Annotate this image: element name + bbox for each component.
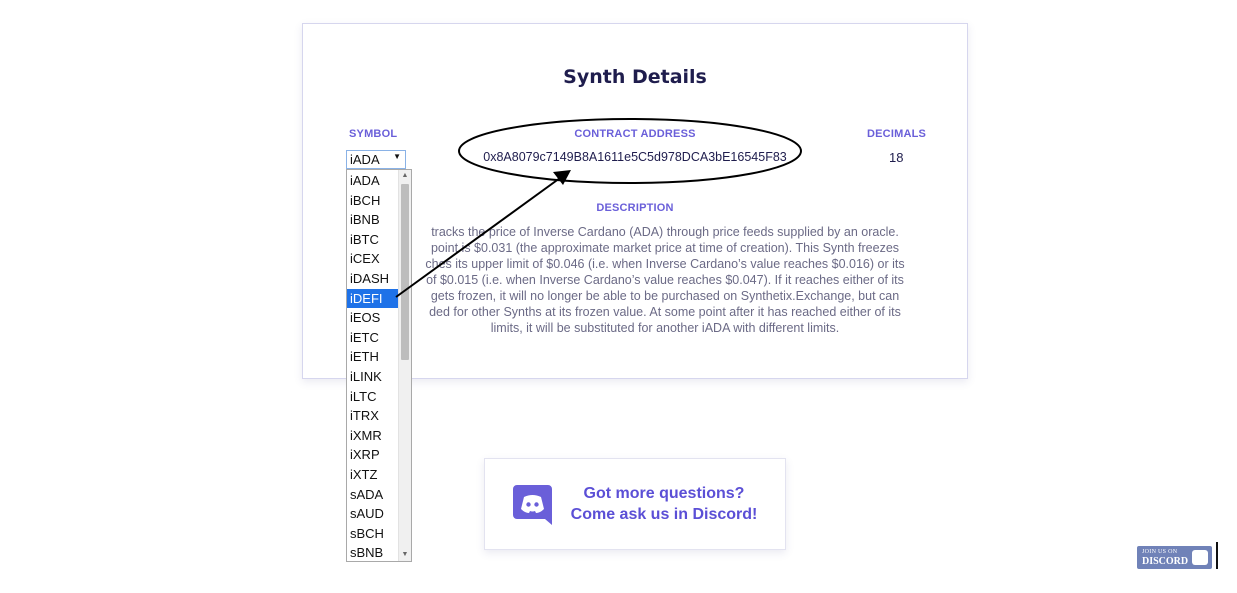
description-line: ches its upper limit of $0.046 (i.e. whe… [425,257,905,271]
dropdown-option[interactable]: iCEX [347,249,398,269]
discord-cta-text[interactable]: Got more questions? Come ask us in Disco… [557,483,771,525]
dropdown-option[interactable]: iDEFI [347,288,398,309]
dropdown-option[interactable]: iDASH [347,269,398,289]
dropdown-option[interactable]: sADA [347,485,398,505]
decimals-label: DECIMALS [867,128,927,140]
dropdown-option[interactable]: iXRP [347,445,398,465]
description-text: tracks the price of Inverse Cardano (ADA… [399,224,931,336]
discord-icon [513,485,552,525]
dropdown-option[interactable]: iXMR [347,426,398,446]
scroll-down-arrow-icon[interactable]: ▼ [399,549,411,561]
discord-help-card[interactable]: Got more questions? Come ask us in Disco… [484,458,786,550]
discord-badge-icon [1192,550,1208,565]
dropdown-options: iADA iBCH iBNB iBTC iCEX iDASH iDEFI iEOS iETC iE… [347,171,398,561]
discord-cta-line2: Come ask us in Discord! [570,506,758,523]
dropdown-option[interactable]: iBNB [347,210,398,230]
description-line: ded for other Synths at its frozen value… [429,305,901,319]
join-badge-bottom: DISCORD [1142,556,1189,567]
discord-cta-line1: Got more questions? [583,485,745,502]
caret-down-icon: ▼ [393,152,401,161]
symbol-select-value: iADA [350,152,380,167]
dropdown-option[interactable]: iLTC [347,387,398,407]
symbol-dropdown-list[interactable]: iADA iBCH iBNB iBTC iCEX iDASH iDEFI iEOS iETC iE… [346,169,412,562]
dropdown-option[interactable]: sBNB [347,543,398,561]
dropdown-option[interactable]: sBCH [347,524,398,544]
symbol-select[interactable]: iADA ▼ [346,150,406,169]
description-line: of $0.015 (i.e. when Inverse Cardano’s v… [426,273,904,287]
dropdown-option[interactable]: iBCH [347,191,398,211]
dropdown-scrollbar[interactable]: ▲ ▼ [398,170,411,561]
join-badge-top: JOIN US ON [1142,549,1178,555]
description-line: gets frozen, it will no longer be able t… [430,289,900,303]
dropdown-option[interactable]: sAUD [347,504,398,524]
dropdown-option[interactable]: iEOS [347,308,398,328]
text-cursor [1216,542,1218,569]
dropdown-option[interactable]: iTRX [347,406,398,426]
decimals-value: 18 [889,150,904,165]
description-line: limits, it will be substituted for anoth… [490,321,840,335]
description-line: point is $0.031 (the approximate market … [430,241,900,255]
scroll-thumb[interactable] [401,184,409,360]
page-title: Synth Details [563,66,707,88]
dropdown-option[interactable]: iETC [347,328,398,348]
dropdown-option[interactable]: iETH [347,347,398,367]
dropdown-option[interactable]: iXTZ [347,465,398,485]
description-line: tracks the price of Inverse Cardano (ADA… [431,225,899,239]
join-discord-badge[interactable]: JOIN US ON DISCORD [1137,546,1212,569]
dropdown-option[interactable]: iADA [347,171,398,191]
scroll-up-arrow-icon[interactable]: ▲ [399,170,411,182]
dropdown-option[interactable]: iLINK [347,367,398,387]
dropdown-option[interactable]: iBTC [347,230,398,250]
